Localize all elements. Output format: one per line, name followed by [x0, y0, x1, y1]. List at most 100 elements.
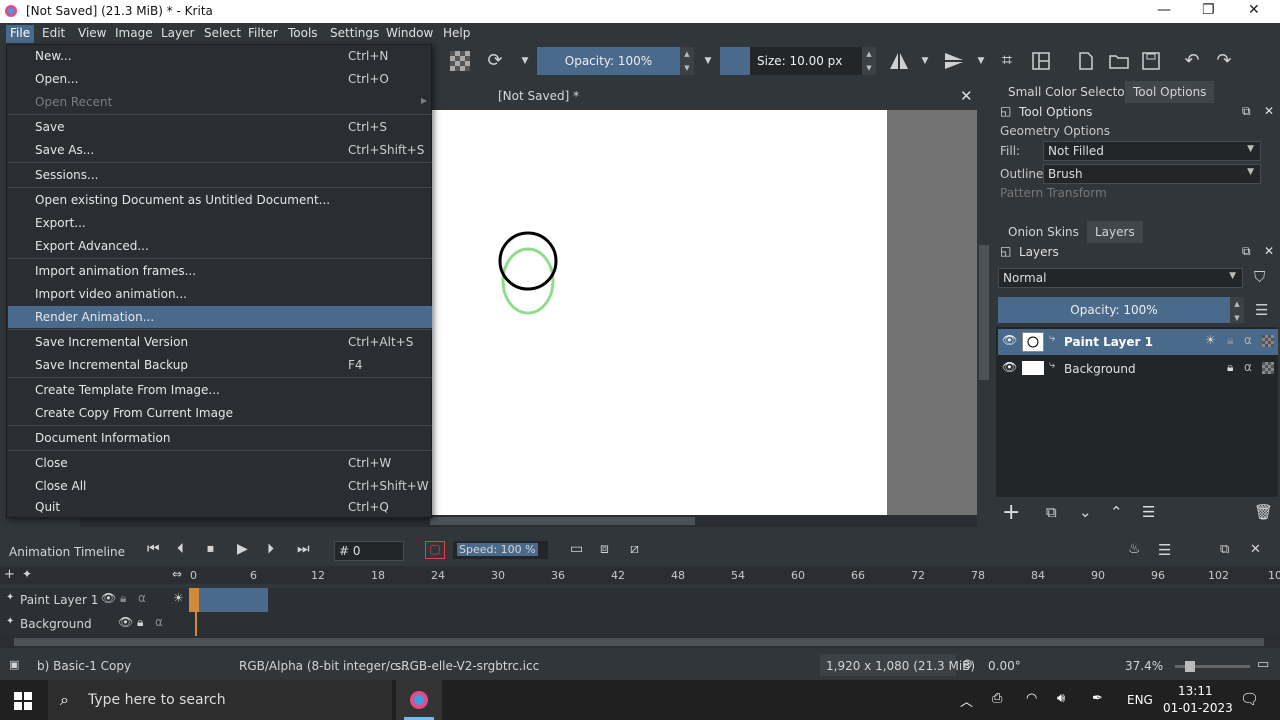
pin-icon[interactable]: ✦: [6, 592, 14, 603]
layer-opacity-spin[interactable]: ▲ ▼: [1230, 297, 1244, 323]
outline-select[interactable]: Brush ▼: [1043, 164, 1261, 184]
visibility-eye-icon[interactable]: 👁: [118, 615, 133, 629]
layer-name[interactable]: Background: [1064, 362, 1136, 376]
menu-tools[interactable]: Tools: [284, 25, 322, 43]
crop-icon[interactable]: ⌗: [996, 50, 1018, 72]
add-layer-icon[interactable]: +: [1002, 500, 1020, 525]
menu-help[interactable]: Help: [439, 25, 474, 43]
delete-layer-icon[interactable]: 🗑︎: [1254, 503, 1273, 521]
menu-item-save-as[interactable]: Save As... Ctrl+Shift+S: [8, 139, 432, 161]
stop-icon[interactable]: ⏹: [207, 541, 214, 557]
opacity-spin[interactable]: ▲ ▼: [680, 47, 694, 75]
timeline-row-paint-layer-1[interactable]: ✦ Paint Layer 1 👁 🔒︎ α ☀: [0, 588, 1280, 612]
onion-skin-icon[interactable]: ☀: [1205, 333, 1216, 347]
chevron-down-icon[interactable]: ▼: [697, 50, 719, 72]
visibility-eye-icon[interactable]: 👁: [1002, 333, 1017, 347]
document-tab[interactable]: [Not Saved] * ✕: [432, 84, 980, 110]
menu-item-document-information[interactable]: Document Information: [8, 427, 432, 449]
pen-icon[interactable]: ✒: [1092, 691, 1103, 706]
menu-item-save-incremental-backup[interactable]: Save Incremental Backup F4: [8, 354, 432, 376]
timeline-row-background[interactable]: ✦ Background 👁 🔒︎ α: [0, 612, 1280, 636]
zoom-slider-handle[interactable]: [1185, 661, 1195, 672]
chevron-down-icon[interactable]: ▼: [970, 50, 992, 72]
alpha-lock-icon[interactable]: α: [155, 615, 163, 629]
menu-item-render-animation[interactable]: Render Animation...: [8, 306, 432, 328]
frame-number-input[interactable]: # 0: [334, 541, 404, 561]
blend-mode-select[interactable]: Normal ▼: [998, 268, 1243, 288]
dock-float-icon[interactable]: ◱: [1000, 244, 1011, 258]
filter-icon[interactable]: ⛉: [1254, 268, 1265, 286]
chevron-down-icon[interactable]: ▼: [914, 50, 936, 72]
horizontal-scroll-thumb[interactable]: [430, 517, 695, 525]
volume-icon[interactable]: 🔊︎: [1057, 691, 1065, 706]
menu-item-save-incremental-version[interactable]: Save Incremental Version Ctrl+Alt+S: [8, 331, 432, 353]
menu-item-quit[interactable]: Quit Ctrl+Q: [8, 496, 432, 518]
clock-time[interactable]: 13:11: [1178, 684, 1213, 698]
menu-item-save[interactable]: Save Ctrl+S: [8, 116, 432, 138]
visibility-eye-icon[interactable]: 👁: [1002, 360, 1017, 374]
menu-view[interactable]: View: [74, 25, 110, 43]
speed-input[interactable]: Speed: 100 %: [453, 541, 548, 559]
menu-item-close-all[interactable]: Close All Ctrl+Shift+W: [8, 475, 432, 497]
workspace-icon[interactable]: [1031, 51, 1051, 71]
size-slider[interactable]: Size: 10.00 px: [750, 47, 862, 75]
current-keyframe[interactable]: [189, 588, 199, 612]
lock-icon[interactable]: 🔒︎: [1227, 360, 1233, 375]
lock-icon[interactable]: 🔒︎: [120, 591, 126, 606]
close-icon[interactable]: ✕: [1250, 542, 1261, 557]
menu-item-close[interactable]: Close Ctrl+W: [8, 452, 432, 474]
fill-select[interactable]: Not Filled ▼: [1043, 141, 1261, 161]
frame-view-icon[interactable]: ▭: [570, 541, 583, 557]
menu-file[interactable]: File: [6, 25, 35, 43]
undo-icon[interactable]: ↶: [1181, 50, 1203, 72]
lock-icon[interactable]: 🔒︎: [137, 615, 143, 630]
menu-item-import-video-animation[interactable]: Import video animation...: [8, 283, 432, 305]
pin-icon[interactable]: ✦: [6, 616, 14, 627]
menu-item-export-advanced[interactable]: Export Advanced...: [8, 235, 432, 257]
taskbar-krita-app[interactable]: [396, 680, 442, 720]
last-frame-icon[interactable]: ⏭: [297, 541, 310, 557]
lock-icon[interactable]: 🔒︎: [1227, 333, 1233, 348]
meet-now-icon[interactable]: ⎙: [992, 691, 1002, 706]
chevron-down-icon[interactable]: ▼: [514, 50, 536, 72]
tab-onion-skins[interactable]: Onion Skins: [1000, 221, 1087, 243]
float-icon[interactable]: ⧉: [1220, 542, 1229, 557]
menu-window[interactable]: Window: [382, 25, 437, 43]
menu-item-open-existing-as-untitled[interactable]: Open existing Document as Untitled Docum…: [8, 189, 432, 211]
language-indicator[interactable]: ENG: [1127, 693, 1153, 707]
timeline-menu-icon[interactable]: ☰: [1158, 541, 1171, 559]
first-frame-icon[interactable]: ⏮: [147, 541, 160, 557]
drop-frames-icon[interactable]: ⧄: [630, 541, 639, 557]
timeline-scrollbar[interactable]: [0, 636, 1280, 648]
layers-view-icon[interactable]: ⧈: [600, 541, 609, 557]
close-document-icon[interactable]: ✕: [960, 87, 973, 105]
mirror-horizontal-icon[interactable]: [888, 51, 910, 71]
menu-settings[interactable]: Settings: [326, 25, 383, 43]
auto-keyframe-icon[interactable]: ▢: [425, 541, 445, 559]
menu-edit[interactable]: Edit: [38, 25, 69, 43]
move-layer-up-icon[interactable]: ⌃: [1110, 503, 1123, 521]
taskbar-search-box[interactable]: ⌕ Type here to search: [48, 680, 392, 720]
menu-item-open-recent[interactable]: Open Recent ▶: [8, 91, 432, 113]
timeline-scroll-thumb[interactable]: [14, 638, 1264, 646]
hamburger-menu-icon[interactable]: ☰: [1255, 301, 1268, 319]
windows-start-icon[interactable]: [14, 692, 32, 710]
canvas-paper[interactable]: [432, 110, 887, 515]
reload-preset-icon[interactable]: ⟳: [484, 50, 506, 72]
close-icon[interactable]: ✕: [1264, 244, 1274, 258]
open-folder-icon[interactable]: [1108, 51, 1130, 71]
float-icon[interactable]: ⧉: [1242, 104, 1251, 119]
zoom-slider[interactable]: [1175, 661, 1250, 672]
move-layer-down-icon[interactable]: ⌄: [1079, 503, 1092, 521]
menu-item-export[interactable]: Export...: [8, 212, 432, 234]
next-frame-icon[interactable]: ⏵: [267, 541, 274, 557]
pattern-icon[interactable]: [450, 51, 470, 71]
tab-tool-options[interactable]: Tool Options: [1125, 81, 1215, 103]
add-layer-icon[interactable]: +: [4, 567, 15, 582]
save-icon[interactable]: [1141, 51, 1161, 71]
pin-icon[interactable]: ✦: [22, 567, 32, 581]
menu-item-new[interactable]: New... Ctrl+N: [8, 45, 432, 67]
prev-frame-icon[interactable]: ⏴: [177, 541, 184, 557]
vertical-scroll-thumb[interactable]: [979, 245, 989, 380]
mirror-vertical-icon[interactable]: [943, 51, 965, 71]
